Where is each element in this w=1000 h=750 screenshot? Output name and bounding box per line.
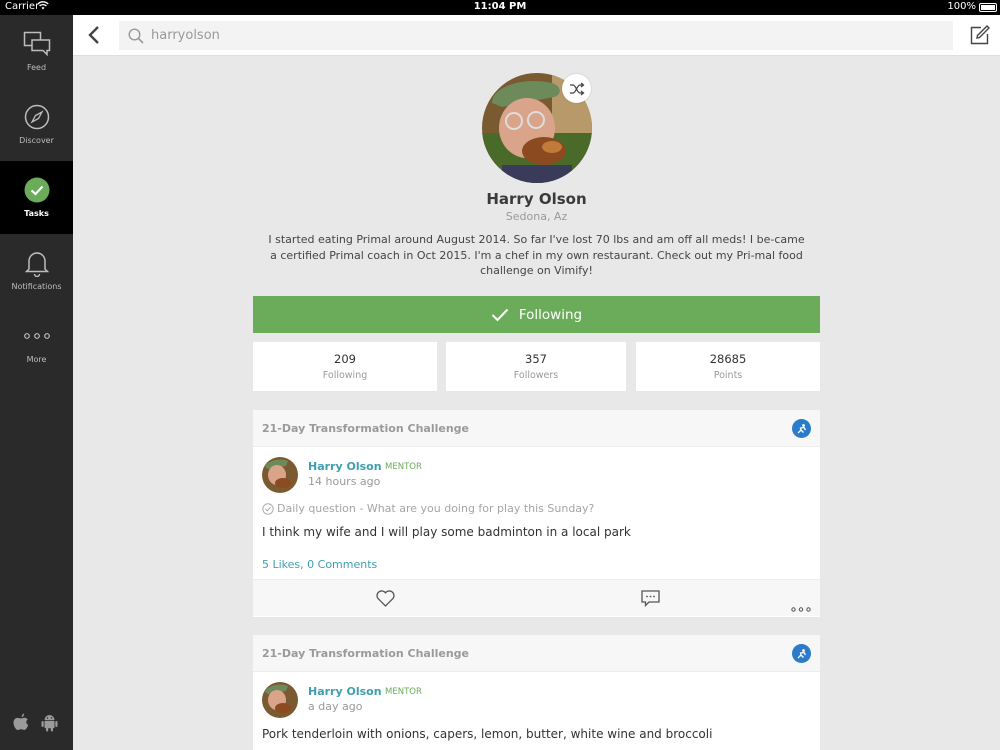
battery-percent: 100%: [947, 1, 976, 12]
compass-icon: [0, 102, 73, 132]
comment-icon: [641, 590, 660, 608]
like-button[interactable]: [376, 590, 395, 611]
challenge-badge-icon: [792, 644, 811, 663]
stat-label: Followers: [513, 370, 559, 381]
post-card-header[interactable]: 21-Day Transformation Challenge: [253, 410, 820, 447]
apple-icon[interactable]: [13, 713, 29, 736]
android-icon[interactable]: [41, 713, 58, 736]
profile-bio: I started eating Primal around August 20…: [268, 233, 805, 277]
post-actions: [253, 579, 820, 616]
comment-button[interactable]: [641, 590, 660, 611]
daily-question: Daily question - What are you doing for …: [262, 502, 594, 515]
more-dots-icon: [791, 607, 811, 612]
compose-button[interactable]: [970, 25, 990, 49]
post-timestamp: 14 hours ago: [308, 475, 381, 488]
sidebar-item-notifications[interactable]: Notifications: [0, 234, 73, 307]
battery-icon: [979, 3, 997, 12]
post-card: 21-Day Transformation Challenge Harry Ol…: [253, 410, 820, 617]
sidebar-item-label: Discover: [19, 136, 54, 145]
sidebar-item-label: More: [26, 355, 47, 364]
stat-value: 357: [525, 352, 547, 366]
post-card: 21-Day Transformation Challenge Harry Ol…: [253, 635, 820, 750]
post-more-button[interactable]: [791, 597, 811, 616]
post-author-role: MENTOR: [385, 462, 422, 472]
platform-links: [13, 713, 58, 736]
check-circle-icon: [0, 175, 73, 205]
more-dots-icon: [0, 321, 73, 351]
challenge-badge-icon: [792, 419, 811, 438]
chevron-left-icon: [88, 26, 99, 44]
avatar[interactable]: [262, 682, 298, 718]
sidebar-item-more[interactable]: More: [0, 307, 73, 380]
sidebar-item-discover[interactable]: Discover: [0, 88, 73, 161]
post-text: I think my wife and I will play some bad…: [262, 525, 631, 539]
sidebar: Feed Discover Tasks Notifications More: [0, 15, 73, 750]
profile-location: Sedona, Az: [505, 210, 568, 223]
shuffle-button[interactable]: [562, 74, 591, 103]
post-author-role: MENTOR: [385, 687, 422, 697]
sidebar-item-label: Notifications: [11, 282, 62, 291]
status-bar: Carrier 11:04 PM 100%: [0, 0, 1000, 15]
challenge-title: 21-Day Transformation Challenge: [262, 647, 470, 660]
sidebar-item-tasks[interactable]: Tasks: [0, 161, 73, 234]
stat-label: Points: [713, 370, 743, 381]
stat-following[interactable]: 209 Following: [253, 342, 437, 391]
feed-icon: [0, 29, 73, 59]
search-icon: [128, 28, 144, 48]
stat-label: Following: [322, 370, 368, 381]
clock: 11:04 PM: [473, 1, 527, 12]
post-author-name[interactable]: Harry Olson: [308, 460, 382, 473]
top-bar: [73, 15, 1000, 56]
stat-value: 209: [334, 352, 356, 366]
checkmark-icon: [491, 308, 509, 321]
profile-name: Harry Olson: [486, 190, 587, 208]
challenge-title: 21-Day Transformation Challenge: [262, 422, 470, 435]
compose-icon: [970, 25, 990, 45]
back-button[interactable]: [85, 24, 105, 46]
following-button-label: Following: [518, 306, 583, 323]
post-text: Pork tenderloin with onions, capers, lem…: [262, 727, 713, 741]
sidebar-item-feed[interactable]: Feed: [0, 15, 73, 88]
post-card-header[interactable]: 21-Day Transformation Challenge: [253, 635, 820, 672]
sidebar-item-label: Tasks: [24, 209, 49, 218]
daily-question-text: Daily question - What are you doing for …: [277, 502, 595, 515]
shuffle-icon: [569, 81, 585, 96]
bell-icon: [0, 248, 73, 278]
question-check-icon: [262, 502, 274, 515]
stat-followers[interactable]: 357 Followers: [446, 342, 626, 391]
stat-value: 28685: [709, 352, 747, 366]
post-timestamp: a day ago: [308, 700, 363, 713]
post-author-name[interactable]: Harry Olson: [308, 685, 382, 698]
heart-icon: [376, 590, 395, 607]
sidebar-item-label: Feed: [26, 63, 47, 72]
search-bar[interactable]: [119, 21, 953, 50]
stat-points[interactable]: 28685 Points: [636, 342, 820, 391]
following-button[interactable]: Following: [253, 296, 820, 333]
avatar[interactable]: [262, 457, 298, 493]
post-likes-comments[interactable]: 5 Likes, 0 Comments: [262, 558, 377, 571]
search-input[interactable]: [151, 25, 931, 46]
